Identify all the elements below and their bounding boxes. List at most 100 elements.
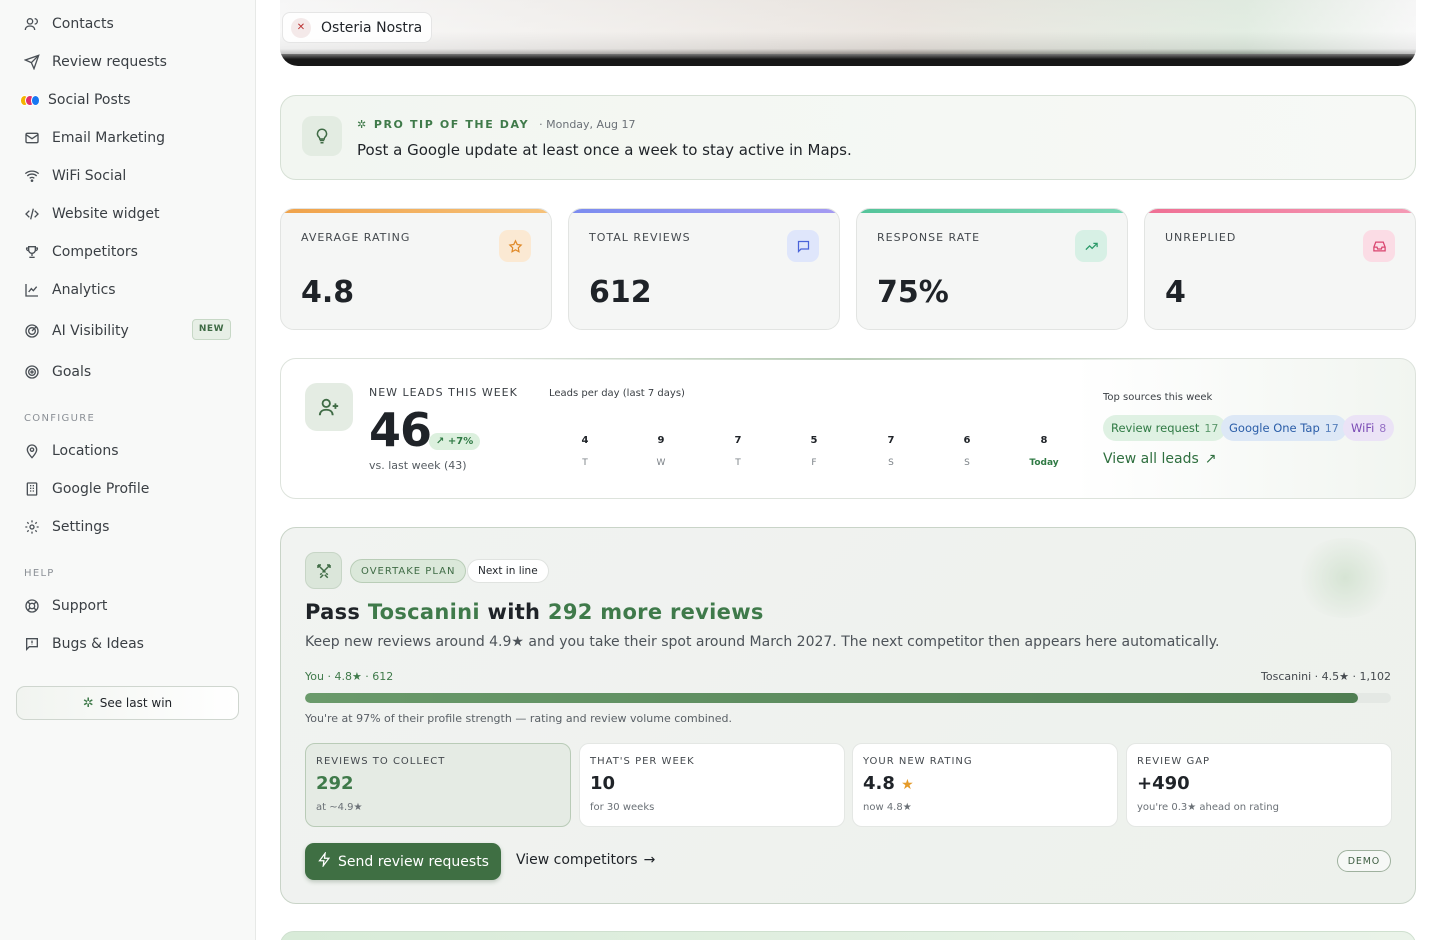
day-value: 6 [963, 435, 971, 446]
sidebar-item-bugs-ideas[interactable]: Bugs & Ideas [16, 628, 240, 660]
metric-new-rating: YOUR NEW RATING 4.8 ★ now 4.8★ [852, 743, 1118, 827]
metric-value-wrap: 4.8 ★ [863, 773, 914, 794]
sidebar-item-ai-visibility[interactable]: AI Visibility NEW [16, 315, 240, 347]
sidebar-item-analytics[interactable]: Analytics [16, 274, 240, 306]
view-all-leads-link[interactable]: View all leads ↗ [1103, 451, 1216, 467]
leads-count: 46 [369, 403, 432, 457]
source-chip-review-request[interactable]: Review request 17 [1103, 415, 1227, 441]
sidebar-item-settings[interactable]: Settings [16, 511, 240, 543]
view-competitors-link[interactable]: View competitors → [516, 852, 655, 868]
code-icon [24, 206, 40, 222]
sidebar-item-competitors[interactable]: Competitors [16, 236, 240, 268]
day-value: 7 [887, 435, 895, 446]
social-icons [20, 92, 40, 108]
sidebar-item-goals[interactable]: Goals [16, 356, 240, 388]
stat-card-response-rate: RESPONSE RATE 75% [856, 208, 1128, 330]
pin-icon [24, 443, 40, 459]
trophy-icon [24, 244, 40, 260]
overtake-plan-chip: OVERTAKE PLAN [350, 559, 467, 583]
plan-description: Keep new reviews around 4.9★ and you tak… [305, 634, 1220, 650]
leads-comparison: vs. last week (43) [369, 459, 467, 472]
leads-day-column: 7 S [871, 435, 911, 468]
stat-value: 4 [1165, 275, 1186, 310]
strength-progress-bar [305, 693, 1391, 703]
plan-title-mid: with [479, 600, 548, 624]
next-in-line-chip: Next in line [467, 559, 549, 583]
see-last-win-button[interactable]: ✲ See last win [16, 686, 239, 720]
pro-tip-label: PRO TIP OF THE DAY [373, 118, 530, 131]
lightbulb-icon [302, 116, 342, 156]
chart-icon [24, 282, 40, 298]
metric-sub: for 30 weeks [590, 802, 655, 813]
view-competitors-label: View competitors [516, 852, 638, 868]
day-value: 7 [734, 435, 742, 446]
swords-icon [305, 552, 342, 589]
goal-icon [24, 364, 40, 380]
send-icon [24, 54, 40, 70]
day-label: T [735, 458, 741, 468]
sidebar-item-contacts[interactable]: Contacts [16, 8, 240, 40]
stat-value: 75% [877, 275, 949, 310]
see-last-win-label: See last win [99, 696, 173, 710]
sidebar-item-locations[interactable]: Locations [16, 435, 240, 467]
mail-icon [24, 130, 40, 146]
send-review-requests-button[interactable]: Send review requests [305, 843, 501, 880]
sidebar-item-google-profile[interactable]: Google Profile [16, 473, 240, 505]
source-name: WiFi [1351, 421, 1375, 435]
metric-label: YOUR NEW RATING [863, 756, 973, 767]
wifi-icon [24, 168, 40, 184]
sidebar-item-label: Settings [52, 519, 110, 535]
source-chip-google-one-tap[interactable]: Google One Tap 17 [1221, 415, 1347, 441]
sidebar-item-review-requests[interactable]: Review requests [16, 46, 240, 78]
sidebar-item-label: Contacts [52, 16, 114, 32]
metric-label: REVIEW GAP [1137, 756, 1211, 767]
progress-note: You're at 97% of their profile strength … [305, 712, 732, 725]
you-stats: You · 4.8★ · 612 [305, 670, 394, 683]
leads-day-column-today: 8 Today [1024, 435, 1064, 468]
sparkle-icon: ✲ [357, 118, 368, 131]
stat-value: 4.8 [301, 275, 355, 310]
gear-icon [24, 519, 40, 535]
sidebar-item-social-posts[interactable]: Social Posts [16, 84, 240, 116]
overtake-plan-card: OVERTAKE PLAN Next in line Pass Toscanin… [280, 527, 1416, 904]
contacts-icon [24, 16, 40, 32]
location-name: Osteria Nostra [321, 19, 423, 36]
leads-day-column: 6 S [947, 435, 987, 468]
leads-label: NEW LEADS THIS WEEK [369, 386, 518, 399]
decorative-glow [1295, 538, 1395, 618]
sidebar-item-email-marketing[interactable]: Email Marketing [16, 122, 240, 154]
sidebar-item-support[interactable]: Support [16, 590, 240, 622]
metric-reviews-to-collect: REVIEWS TO COLLECT 292 at ~4.9★ [305, 743, 571, 827]
stat-label: UNREPLIED [1165, 231, 1237, 244]
feedback-icon [24, 636, 40, 652]
view-all-leads-label: View all leads [1103, 451, 1199, 467]
leads-chart-title: Leads per day (last 7 days) [549, 388, 685, 399]
target-icon [24, 323, 40, 339]
sidebar-item-label: Goals [52, 364, 92, 380]
message-icon [787, 230, 819, 262]
sidebar-item-label: AI Visibility [52, 323, 129, 339]
sidebar-item-label: Support [52, 598, 108, 614]
leads-day-column: 5 F [794, 435, 834, 468]
arrow-up-right-icon: ↗ [436, 436, 445, 447]
sidebar-item-wifi-social[interactable]: WiFi Social [16, 160, 240, 192]
strength-progress-fill [305, 693, 1359, 703]
day-label: Today [1029, 458, 1059, 468]
source-count: 17 [1204, 421, 1219, 435]
new-leads-card: NEW LEADS THIS WEEK 46 ↗ +7% vs. last we… [280, 358, 1416, 499]
source-chip-wifi[interactable]: WiFi 8 [1343, 415, 1395, 441]
sidebar-item-label: Review requests [52, 54, 167, 70]
sidebar-item-label: Bugs & Ideas [52, 636, 144, 652]
leads-day-column: 7 T [718, 435, 758, 468]
day-label: F [811, 458, 817, 468]
arrow-up-right-icon: ↗ [1204, 451, 1217, 467]
location-chip[interactable]: ✕ Osteria Nostra [282, 12, 433, 43]
lightning-icon [317, 850, 332, 871]
star-icon [499, 230, 531, 262]
stat-label: TOTAL REVIEWS [589, 231, 691, 244]
day-value: 4 [581, 435, 589, 446]
sidebar-item-label: Social Posts [48, 92, 131, 108]
top-sources-title: Top sources this week [1103, 392, 1213, 403]
stat-card-average-rating: AVERAGE RATING 4.8 [280, 208, 552, 330]
sidebar-item-website-widget[interactable]: Website widget [16, 198, 240, 230]
